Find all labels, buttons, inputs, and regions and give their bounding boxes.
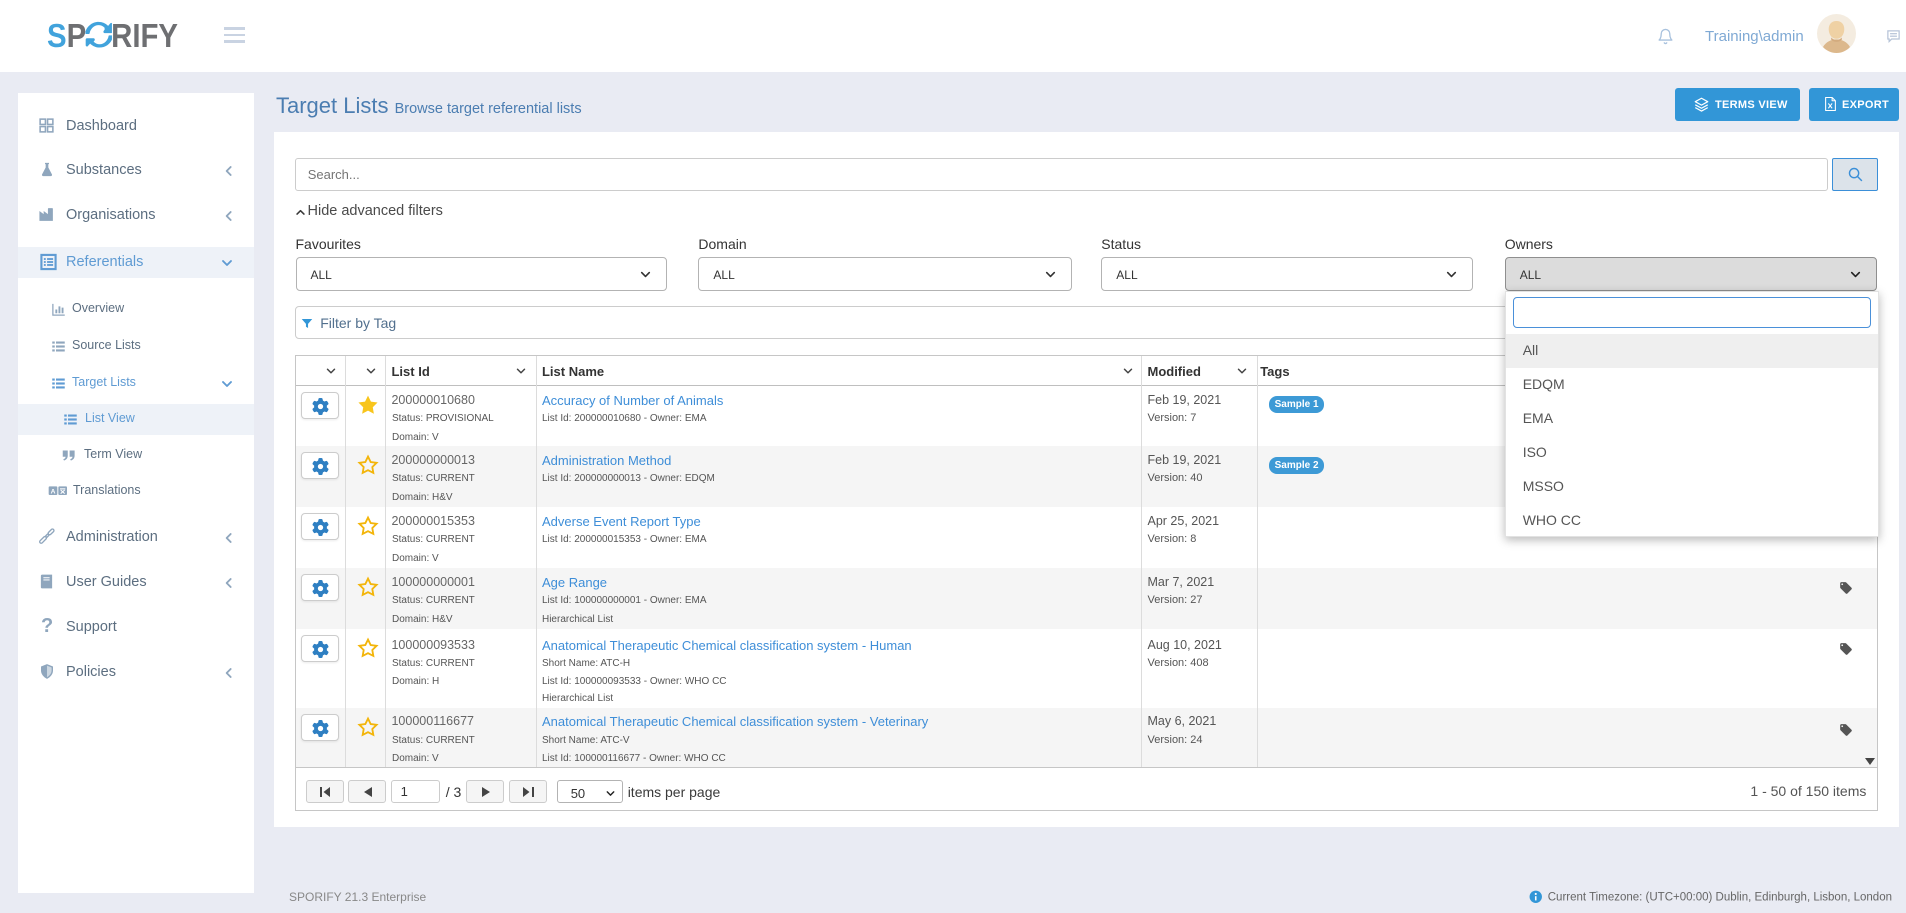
- svg-text:A: A: [51, 488, 56, 495]
